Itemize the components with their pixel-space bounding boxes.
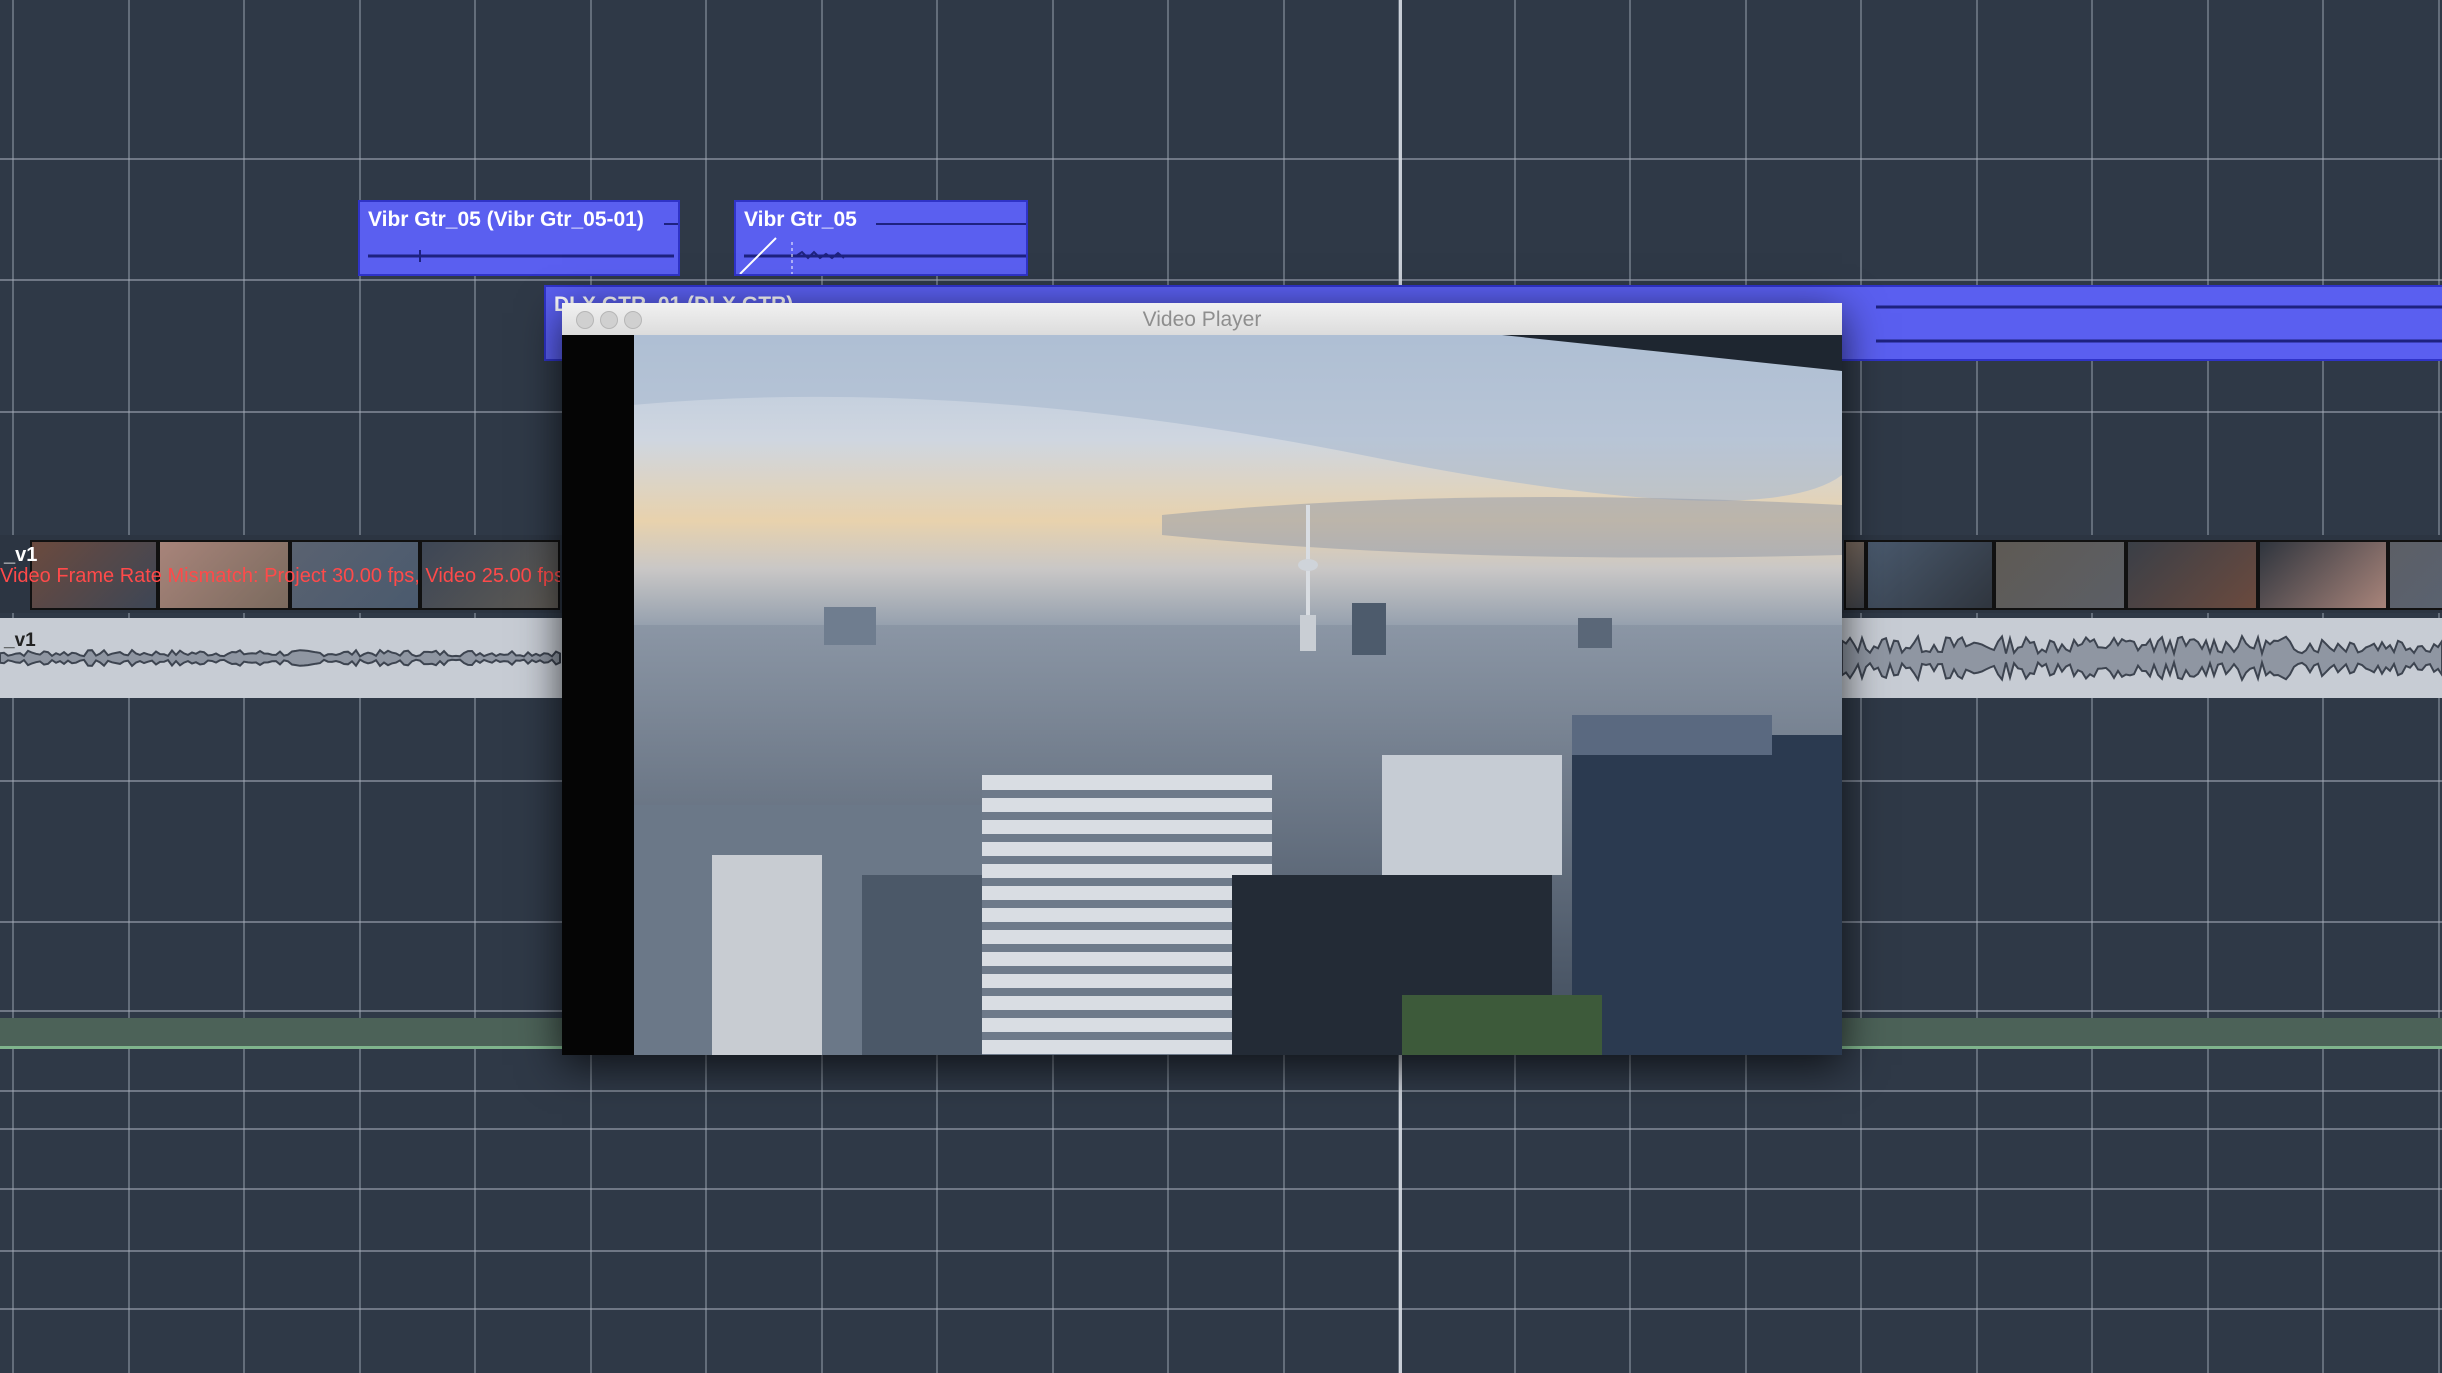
video-frame [562,335,1842,1055]
audio-track-label: _v1 [4,630,36,651]
frame-rate-mismatch-warning: Video Frame Rate Mismatch: Project 30.00… [0,565,560,587]
audio-waveform [1842,633,2442,683]
audio-event-vibr-gtr-05[interactable]: Vibr Gtr_05 [734,200,1028,276]
event-waveform [368,223,678,262]
video-thumbnail [1994,540,2126,610]
video-thumbnail [2126,540,2258,610]
event-waveform [739,223,1026,274]
video-track-label: _v1 [4,544,38,566]
video-audio-track-right[interactable] [1842,618,2442,698]
video-audio-track-left[interactable] [0,618,562,698]
video-thumbnail [2258,540,2388,610]
video-thumbnail [1866,540,1994,610]
window-titlebar[interactable]: Video Player [562,303,1842,336]
audio-event-vibr-gtr-05-01[interactable]: Vibr Gtr_05 (Vibr Gtr_05-01) [358,200,680,276]
video-thumbnail [2388,540,2442,610]
video-player-window[interactable]: Video Player [562,303,1842,1055]
window-title: Video Player [1142,308,1262,331]
audio-waveform [0,648,561,668]
video-thumbnail [1844,540,1866,610]
